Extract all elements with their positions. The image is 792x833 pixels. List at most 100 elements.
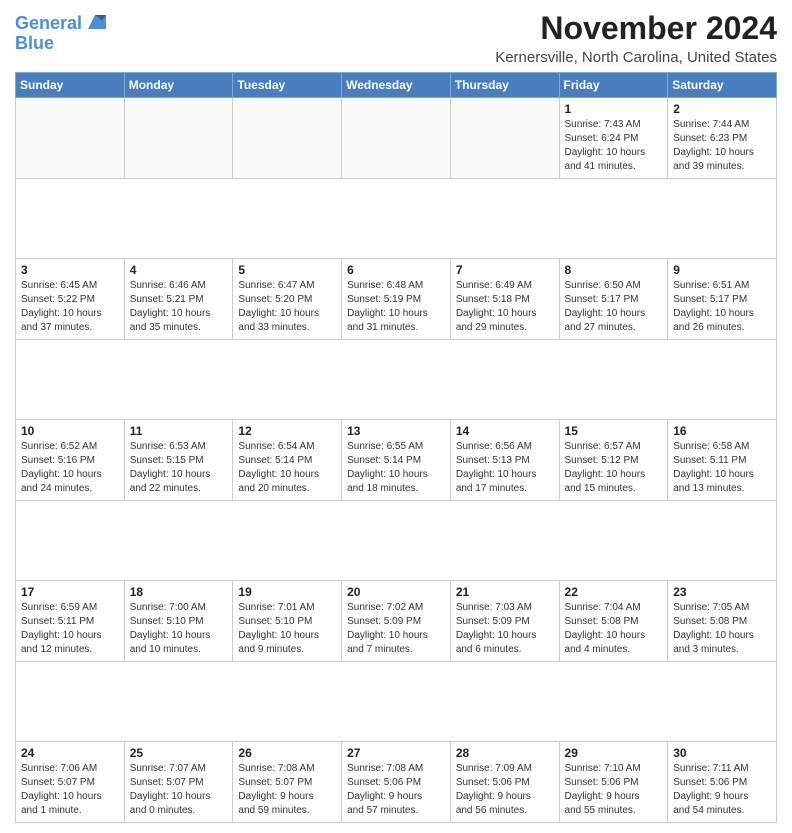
calendar-cell: 18 Sunrise: 7:00 AM Sunset: 5:10 PM Dayli… bbox=[124, 581, 233, 662]
calendar-cell: 14Sunrise: 6:56 AM Sunset: 5:13 PM Dayli… bbox=[450, 420, 559, 501]
calendar-cell bbox=[450, 98, 559, 179]
header: General Blue November 2024 Kernersville,… bbox=[15, 10, 777, 66]
day-info: Sunrise: 7:01 AM Sunset: 5:10 PM Dayligh… bbox=[238, 601, 336, 657]
title-area: November 2024 Kernersville, North Caroli… bbox=[495, 10, 777, 66]
week-separator bbox=[16, 340, 777, 420]
day-number: 29 bbox=[565, 746, 663, 760]
day-number: 11 bbox=[130, 424, 228, 438]
calendar-cell: 17 Sunrise: 6:59 AM Sunset: 5:11 PM Dayli… bbox=[16, 581, 125, 662]
day-number: 12 bbox=[238, 424, 336, 438]
day-info: Sunrise: 7:02 AM Sunset: 5:09 PM Dayligh… bbox=[347, 601, 445, 657]
day-info: Sunrise: 7:04 AM Sunset: 5:08 PM Dayligh… bbox=[565, 601, 663, 657]
calendar-week-row: 1 Sunrise: 7:43 AM Sunset: 6:24 PM Daylig… bbox=[16, 98, 777, 179]
calendar-cell: 4Sunrise: 6:46 AM Sunset: 5:21 PM Daylig… bbox=[124, 259, 233, 340]
day-number: 21 bbox=[456, 585, 554, 599]
calendar-table: SundayMondayTuesdayWednesdayThursdayFrid… bbox=[15, 72, 777, 823]
day-number: 5 bbox=[238, 263, 336, 277]
day-number: 24 bbox=[21, 746, 119, 760]
calendar-cell: 25Sunrise: 7:07 AM Sunset: 5:07 PM Dayli… bbox=[124, 742, 233, 823]
calendar-cell: 19 Sunrise: 7:01 AM Sunset: 5:10 PM Dayli… bbox=[233, 581, 342, 662]
calendar-cell bbox=[233, 98, 342, 179]
calendar-cell: 26 Sunrise: 7:08 AM Sunset: 5:07 PM Dayli… bbox=[233, 742, 342, 823]
calendar-week-row: 24Sunrise: 7:06 AM Sunset: 5:07 PM Dayli… bbox=[16, 742, 777, 823]
calendar-week-row: 10 Sunrise: 6:52 AM Sunset: 5:16 PM Dayli… bbox=[16, 420, 777, 501]
calendar-cell: 24Sunrise: 7:06 AM Sunset: 5:07 PM Dayli… bbox=[16, 742, 125, 823]
day-info: Sunrise: 7:09 AM Sunset: 5:06 PM Dayligh… bbox=[456, 762, 554, 818]
day-info: Sunrise: 7:08 AM Sunset: 5:07 PM Dayligh… bbox=[238, 762, 336, 818]
logo-text-line2: Blue bbox=[15, 34, 54, 54]
calendar-cell: 23 Sunrise: 7:05 AM Sunset: 5:08 PM Dayli… bbox=[668, 581, 777, 662]
day-info: Sunrise: 6:59 AM Sunset: 5:11 PM Dayligh… bbox=[21, 601, 119, 657]
logo: General Blue bbox=[15, 14, 106, 54]
day-info: Sunrise: 6:54 AM Sunset: 5:14 PM Dayligh… bbox=[238, 440, 336, 496]
day-info: Sunrise: 6:58 AM Sunset: 5:11 PM Dayligh… bbox=[673, 440, 771, 496]
day-number: 28 bbox=[456, 746, 554, 760]
day-number: 9 bbox=[673, 263, 771, 277]
day-number: 22 bbox=[565, 585, 663, 599]
day-info: Sunrise: 7:11 AM Sunset: 5:06 PM Dayligh… bbox=[673, 762, 771, 818]
col-header-sunday: Sunday bbox=[16, 73, 125, 98]
day-number: 23 bbox=[673, 585, 771, 599]
calendar-cell: 13 Sunrise: 6:55 AM Sunset: 5:14 PM Dayli… bbox=[342, 420, 451, 501]
day-number: 19 bbox=[238, 585, 336, 599]
week-separator bbox=[16, 179, 777, 259]
day-info: Sunrise: 6:49 AM Sunset: 5:18 PM Dayligh… bbox=[456, 279, 554, 335]
day-info: Sunrise: 7:10 AM Sunset: 5:06 PM Dayligh… bbox=[565, 762, 663, 818]
day-info: Sunrise: 6:51 AM Sunset: 5:17 PM Dayligh… bbox=[673, 279, 771, 335]
day-number: 2 bbox=[673, 102, 771, 116]
calendar-week-row: 3Sunrise: 6:45 AM Sunset: 5:22 PM Daylig… bbox=[16, 259, 777, 340]
day-number: 8 bbox=[565, 263, 663, 277]
day-number: 15 bbox=[565, 424, 663, 438]
calendar-cell: 11Sunrise: 6:53 AM Sunset: 5:15 PM Dayli… bbox=[124, 420, 233, 501]
day-number: 30 bbox=[673, 746, 771, 760]
col-header-friday: Friday bbox=[559, 73, 668, 98]
calendar-cell: 30 Sunrise: 7:11 AM Sunset: 5:06 PM Dayli… bbox=[668, 742, 777, 823]
calendar-cell: 29 Sunrise: 7:10 AM Sunset: 5:06 PM Dayli… bbox=[559, 742, 668, 823]
day-info: Sunrise: 7:05 AM Sunset: 5:08 PM Dayligh… bbox=[673, 601, 771, 657]
day-info: Sunrise: 7:43 AM Sunset: 6:24 PM Dayligh… bbox=[565, 118, 663, 174]
day-info: Sunrise: 7:08 AM Sunset: 5:06 PM Dayligh… bbox=[347, 762, 445, 818]
calendar-cell: 15Sunrise: 6:57 AM Sunset: 5:12 PM Dayli… bbox=[559, 420, 668, 501]
day-number: 20 bbox=[347, 585, 445, 599]
day-number: 26 bbox=[238, 746, 336, 760]
day-info: Sunrise: 6:47 AM Sunset: 5:20 PM Dayligh… bbox=[238, 279, 336, 335]
col-header-monday: Monday bbox=[124, 73, 233, 98]
day-number: 17 bbox=[21, 585, 119, 599]
calendar-cell: 28 Sunrise: 7:09 AM Sunset: 5:06 PM Dayli… bbox=[450, 742, 559, 823]
day-number: 6 bbox=[347, 263, 445, 277]
calendar-cell: 10 Sunrise: 6:52 AM Sunset: 5:16 PM Dayli… bbox=[16, 420, 125, 501]
col-header-wednesday: Wednesday bbox=[342, 73, 451, 98]
day-info: Sunrise: 6:50 AM Sunset: 5:17 PM Dayligh… bbox=[565, 279, 663, 335]
day-number: 27 bbox=[347, 746, 445, 760]
day-number: 7 bbox=[456, 263, 554, 277]
day-info: Sunrise: 7:03 AM Sunset: 5:09 PM Dayligh… bbox=[456, 601, 554, 657]
day-number: 10 bbox=[21, 424, 119, 438]
week-separator bbox=[16, 501, 777, 581]
col-header-saturday: Saturday bbox=[668, 73, 777, 98]
day-number: 1 bbox=[565, 102, 663, 116]
calendar-cell bbox=[342, 98, 451, 179]
col-header-thursday: Thursday bbox=[450, 73, 559, 98]
day-info: Sunrise: 7:07 AM Sunset: 5:07 PM Dayligh… bbox=[130, 762, 228, 818]
page-subtitle: Kernersville, North Carolina, United Sta… bbox=[495, 49, 777, 66]
calendar-cell: 2Sunrise: 7:44 AM Sunset: 6:23 PM Daylig… bbox=[668, 98, 777, 179]
day-info: Sunrise: 7:00 AM Sunset: 5:10 PM Dayligh… bbox=[130, 601, 228, 657]
calendar-cell: 9 Sunrise: 6:51 AM Sunset: 5:17 PM Daylig… bbox=[668, 259, 777, 340]
day-number: 16 bbox=[673, 424, 771, 438]
calendar-cell: 1 Sunrise: 7:43 AM Sunset: 6:24 PM Daylig… bbox=[559, 98, 668, 179]
calendar-cell: 6Sunrise: 6:48 AM Sunset: 5:19 PM Daylig… bbox=[342, 259, 451, 340]
logo-text-line1: General bbox=[15, 14, 82, 34]
day-info: Sunrise: 6:55 AM Sunset: 5:14 PM Dayligh… bbox=[347, 440, 445, 496]
logo-icon bbox=[84, 11, 106, 33]
calendar-cell: 21 Sunrise: 7:03 AM Sunset: 5:09 PM Dayli… bbox=[450, 581, 559, 662]
day-info: Sunrise: 6:56 AM Sunset: 5:13 PM Dayligh… bbox=[456, 440, 554, 496]
col-header-tuesday: Tuesday bbox=[233, 73, 342, 98]
day-info: Sunrise: 6:52 AM Sunset: 5:16 PM Dayligh… bbox=[21, 440, 119, 496]
day-number: 3 bbox=[21, 263, 119, 277]
day-number: 18 bbox=[130, 585, 228, 599]
calendar-week-row: 17 Sunrise: 6:59 AM Sunset: 5:11 PM Dayli… bbox=[16, 581, 777, 662]
calendar-cell: 27 Sunrise: 7:08 AM Sunset: 5:06 PM Dayli… bbox=[342, 742, 451, 823]
calendar-cell bbox=[124, 98, 233, 179]
day-number: 13 bbox=[347, 424, 445, 438]
calendar-cell: 20 Sunrise: 7:02 AM Sunset: 5:09 PM Dayli… bbox=[342, 581, 451, 662]
